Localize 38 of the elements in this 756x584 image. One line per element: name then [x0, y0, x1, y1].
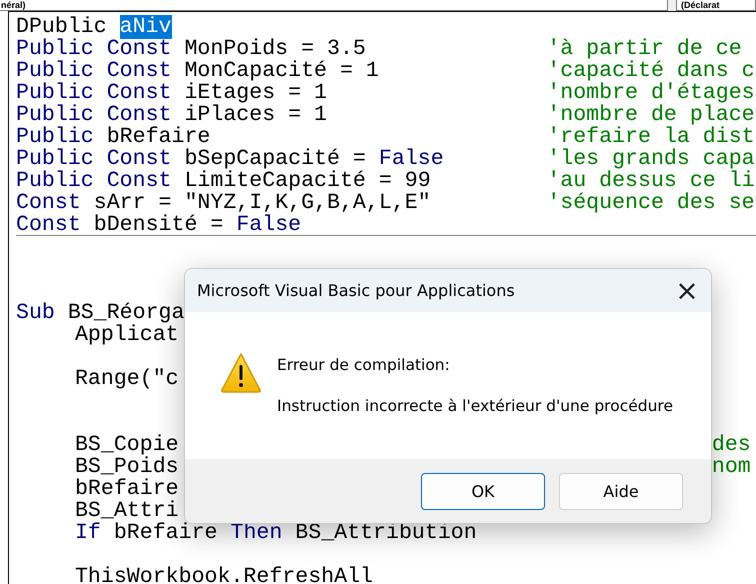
code-line: Range("c [74, 368, 179, 390]
code-line: Applicat [74, 324, 179, 346]
code-comment: 'nombre d'étages [547, 82, 755, 104]
object-dropdown[interactable]: néral) [0, 0, 668, 11]
code-line: If bRefaire Then BS_Attribution [74, 522, 477, 544]
code-line: Public Const iPlaces = 1 [16, 104, 328, 126]
code-comment: 'capacité dans c [547, 60, 755, 82]
dialog-button[interactable]: OK [421, 472, 545, 510]
code-line: Public Const bSepCapacité = False [16, 148, 444, 170]
code-comment: 'à partir de ce [547, 38, 742, 60]
code-comment: des [712, 434, 751, 456]
warning-icon [220, 352, 262, 394]
code-line: ThisWorkbook.RefreshAll [74, 566, 373, 584]
code-line: BS_Copie [74, 434, 179, 456]
code-line: Public Const MonCapacité = 1 [16, 60, 379, 82]
error-heading: Erreur de compilation: [277, 356, 451, 374]
code-comment: 'les grands capa [547, 148, 755, 170]
code-line: bRefaire [74, 478, 179, 500]
code-line: Public Const MonPoids = 3.5 [16, 38, 366, 60]
close-button[interactable]: × [663, 269, 711, 312]
code-comment: 'au dessus ce li [547, 170, 755, 192]
code-line: BS_Poids [74, 456, 179, 478]
code-line: Public Const iEtages = 1 [16, 82, 328, 104]
dialog-button[interactable]: Aide [559, 472, 683, 510]
code-comment: 'refaire la dist [547, 126, 755, 148]
code-line: Public Const LimiteCapacité = 99 [16, 170, 431, 192]
code-comment: 'nombre de place [547, 104, 755, 126]
code-comment: 'séquence des se [547, 192, 755, 214]
code-line: BS_Attri [74, 500, 179, 522]
code-line: Const sArr = "NYZ,I,K,G,B,A,L,E" [16, 192, 431, 214]
code-line: Public bRefaire [16, 126, 210, 148]
dialog-title: Microsoft Visual Basic pour Applications [197, 281, 516, 300]
code-line: DPublic aNiv [16, 16, 172, 38]
error-message: Instruction incorrecte à l'extérieur d'une procédure [277, 397, 673, 415]
code-comment: nom [712, 456, 751, 478]
code-line: Sub BS_Réorga [16, 302, 184, 324]
code-line: Const bDensité = False [16, 214, 302, 236]
procedure-dropdown[interactable]: (Déclarat [676, 0, 756, 11]
